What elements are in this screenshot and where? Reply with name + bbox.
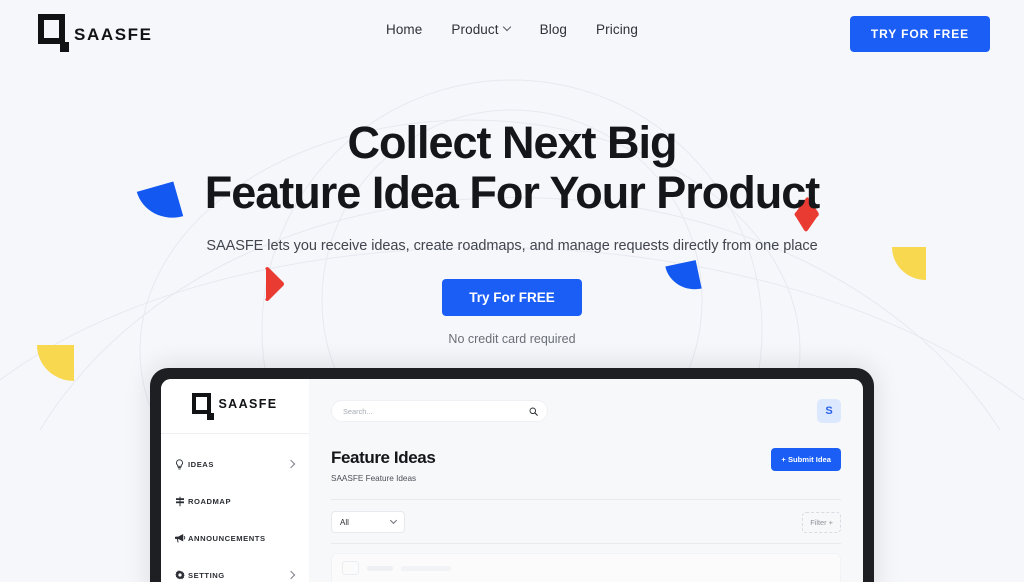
status-filter-value: All [340,517,349,527]
chevron-right-icon [286,459,296,469]
dashboard-main: S Feature Ideas SAASFE Feature Ideas + S… [309,379,863,582]
square-outline-logo-icon [192,392,216,420]
submit-idea-button[interactable]: + Submit Idea [771,448,841,471]
hero-heading: Collect Next Big Feature Idea For Your P… [0,118,1024,218]
nav-label: Blog [539,22,568,37]
dashboard-menu: IDEAS ROADMAP ANNOUNCEMENTS SETTING [161,434,309,582]
hero-try-for-free-button[interactable]: Try For FREE [442,279,582,316]
nav-item-home[interactable]: Home [386,22,422,37]
sidebar-item-label: IDEAS [188,459,214,469]
status-filter-select[interactable]: All [331,511,405,533]
sidebar-item-roadmap[interactable]: ROADMAP [161,487,309,515]
megaphone-icon [175,533,188,543]
sidebar-item-label: ROADMAP [188,496,232,506]
sidebar-item-announcements[interactable]: ANNOUNCEMENTS [161,524,309,552]
sidebar-item-label: ANNOUNCEMENTS [188,533,266,543]
sidebar-item-ideas[interactable]: IDEAS [161,450,309,478]
chevron-right-icon [286,570,296,580]
search-input[interactable] [343,406,523,416]
divider [331,543,841,544]
sidebar-item-label: SETTING [188,570,225,580]
sidebar-item-setting[interactable]: SETTING [161,561,309,582]
laptop-mockup: SAASFE IDEAS ROADMAP ANNOUNCEMENTS SETTI… [150,368,874,582]
gear-icon [175,570,188,580]
filter-button[interactable]: Filter + [802,511,841,533]
nav-label: Home [385,22,423,37]
dashboard-screen: SAASFE IDEAS ROADMAP ANNOUNCEMENTS SETTI… [161,379,863,582]
hero-heading-line-2: Feature Idea For Your Product [204,167,820,218]
chevron-down-icon [389,516,398,524]
user-avatar[interactable]: S [817,399,841,423]
nav-label: Product [451,22,499,37]
dashboard-brand-logo[interactable]: SAASFE [161,379,309,434]
page-subtitle: SAASFE Feature Ideas [331,474,417,483]
idea-list-item[interactable] [331,553,841,582]
lightbulb-icon [175,458,188,470]
search-icon [529,407,538,416]
hero-heading-line-1: Collect Next Big [347,117,677,168]
dashboard-sidebar: SAASFE IDEAS ROADMAP ANNOUNCEMENTS SETTI… [161,379,309,582]
chevron-down-icon [504,24,511,31]
nav-label: Pricing [596,22,639,37]
dashboard-page-header: Feature Ideas SAASFE Feature Ideas + Sub… [331,448,841,483]
yellow-petal-left-shape [37,345,74,381]
nav-item-product[interactable]: Product [451,22,510,37]
dashboard-brand-name: SAASFE [218,396,278,411]
nav-item-blog[interactable]: Blog [540,22,567,37]
vote-button[interactable] [342,561,359,575]
site-header: SAASFE Home Product Blog Pricing TRY FOR… [0,0,1024,66]
signpost-icon [175,496,188,507]
filter-row: All Filter + [331,500,841,543]
nav-item-pricing[interactable]: Pricing [596,22,638,37]
no-credit-card-note: No credit card required [448,332,576,346]
dashboard-search-box[interactable] [331,400,548,422]
dashboard-topbar: S [331,379,841,443]
idea-placeholder-line [367,565,393,571]
landing-page: SAASFE Home Product Blog Pricing TRY FOR… [0,0,1024,582]
header-try-for-free-button[interactable]: TRY FOR FREE [849,16,990,52]
hero-subheading: SAASFE lets you receive ideas, create ro… [206,238,818,254]
page-title: Feature Ideas [331,448,436,467]
idea-placeholder-line [401,565,451,571]
